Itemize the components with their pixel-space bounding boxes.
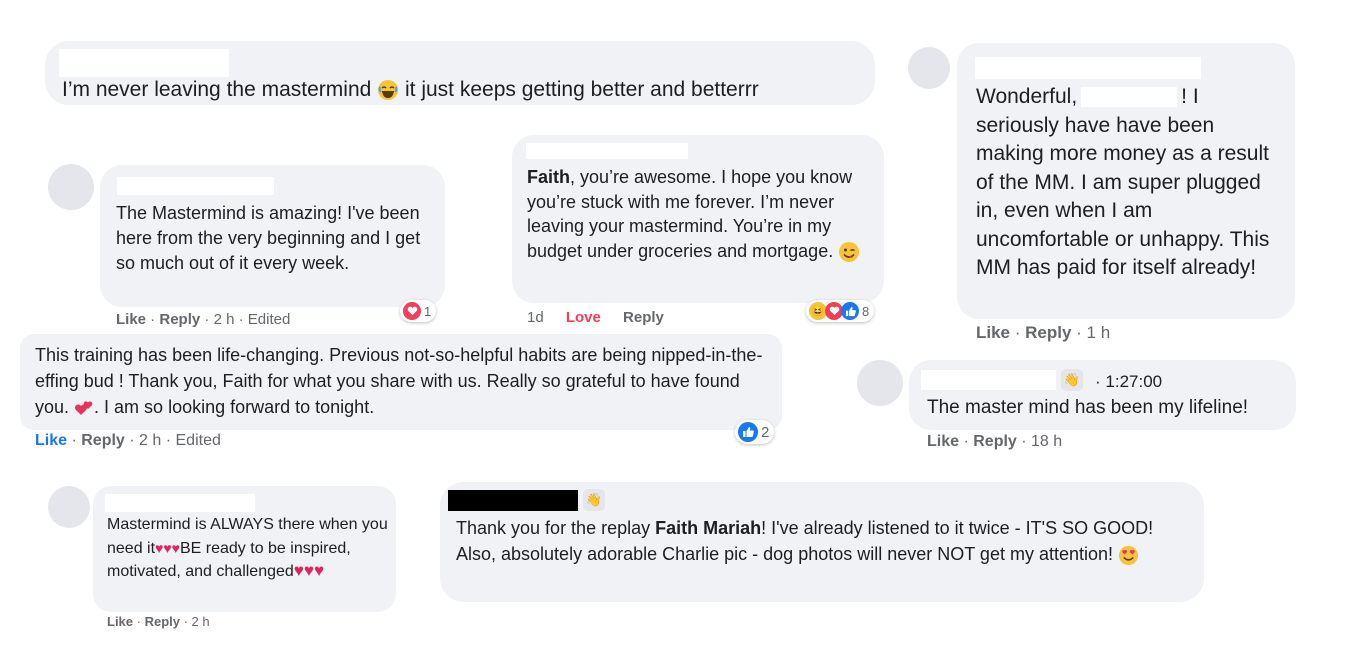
mention-faith-mariah[interactable]: Faith Mariah bbox=[655, 518, 761, 538]
redacted-name bbox=[526, 143, 688, 159]
redacted-name bbox=[117, 177, 274, 195]
comment-text: Faith, you’re awesome. I hope you know y… bbox=[527, 165, 877, 263]
reaction-summary[interactable]: 😆 8 bbox=[806, 300, 875, 322]
winking-emoji-icon bbox=[839, 241, 860, 262]
redacted-name bbox=[105, 494, 255, 512]
comment-bubble-4: Faith, you’re awesome. I hope you know y… bbox=[512, 135, 884, 303]
red-heart-icon: ♥♥♥ bbox=[293, 561, 325, 580]
comment-text: The master mind has been my lifeline! bbox=[927, 397, 1249, 418]
reply-button[interactable]: Reply bbox=[623, 309, 664, 326]
like-button[interactable]: Like bbox=[976, 323, 1010, 342]
avatar[interactable] bbox=[908, 47, 950, 89]
comment-time[interactable]: 18 h bbox=[1031, 433, 1062, 450]
reaction-summary[interactable]: 2 bbox=[735, 420, 775, 444]
redacted-name bbox=[59, 49, 229, 77]
redacted-name bbox=[448, 490, 578, 511]
reply-button[interactable]: Reply bbox=[81, 432, 125, 449]
media-timestamp[interactable]: · 1:27:00 bbox=[1095, 372, 1162, 392]
comment-time[interactable]: 1 h bbox=[1087, 323, 1111, 342]
comment-actions: Like · Reply · 18 h bbox=[927, 433, 1063, 450]
like-button[interactable]: Like bbox=[116, 311, 146, 328]
like-button[interactable]: Like bbox=[927, 433, 959, 450]
comment-bubble-8: 👋 Thank you for the replay Faith Mariah!… bbox=[440, 482, 1204, 602]
avatar[interactable] bbox=[48, 486, 90, 528]
comment-text: This training has been life-changing. Pr… bbox=[35, 345, 763, 417]
hearts-emoji-icon: ♥♥♥ bbox=[155, 539, 180, 556]
redacted-name bbox=[975, 57, 1201, 79]
comment-actions: Like · Reply · 2 h · Edited bbox=[116, 311, 291, 328]
avatar[interactable] bbox=[857, 360, 903, 406]
comment-text: Wonderful,! I seriously have have been m… bbox=[976, 85, 1270, 279]
comment-time[interactable]: 2 h bbox=[139, 432, 161, 449]
like-reaction-icon bbox=[841, 302, 859, 320]
comment-bubble-6: 👋 · 1:27:00 The master mind has been my … bbox=[909, 360, 1296, 430]
comment-bubble-5: This training has been life-changing. Pr… bbox=[20, 334, 782, 430]
reply-button[interactable]: Reply bbox=[159, 311, 200, 328]
like-reaction-icon bbox=[738, 422, 758, 442]
reaction-summary[interactable]: 1 bbox=[400, 300, 437, 322]
reply-button[interactable]: Reply bbox=[1025, 323, 1071, 342]
love-reaction-icon bbox=[403, 302, 421, 320]
edited-label: Edited bbox=[175, 432, 221, 449]
love-button[interactable]: Love bbox=[566, 309, 601, 326]
hearts-emoji-icon bbox=[75, 401, 93, 416]
comment-time[interactable]: 1d bbox=[527, 309, 544, 326]
comment-actions: 1d Love Reply bbox=[527, 309, 664, 326]
comment-actions: Like · Reply · 2 h bbox=[107, 614, 210, 629]
comment-bubble-2: Wonderful,! I seriously have have been m… bbox=[957, 43, 1295, 319]
comment-bubble-3: The Mastermind is amazing! I've been her… bbox=[100, 165, 445, 307]
redacted-name bbox=[1081, 87, 1178, 108]
edited-label: Edited bbox=[247, 311, 291, 328]
wave-badge-icon: 👋 bbox=[1061, 369, 1083, 391]
comment-text: Thank you for the replay Faith Mariah! I… bbox=[456, 518, 1154, 565]
comment-actions: Like · Reply · 1 h bbox=[976, 323, 1111, 342]
reply-button[interactable]: Reply bbox=[145, 614, 180, 629]
comment-bubble-1: I’m never leaving the mastermind it just… bbox=[45, 41, 875, 105]
comment-text: I’m never leaving the mastermind it just… bbox=[62, 78, 759, 101]
comment-text: The Mastermind is amazing! I've been her… bbox=[116, 203, 421, 273]
redacted-name bbox=[921, 370, 1056, 390]
avatar[interactable] bbox=[48, 164, 94, 210]
comment-actions: Like · Reply · 2 h · Edited bbox=[35, 432, 221, 449]
wave-badge-icon: 👋 bbox=[583, 489, 605, 511]
comment-time[interactable]: 2 h bbox=[192, 614, 210, 629]
comment-bubble-7: Mastermind is ALWAYS there when you need… bbox=[93, 486, 396, 612]
mention-faith[interactable]: Faith bbox=[527, 167, 570, 187]
comment-time[interactable]: 2 h bbox=[214, 311, 235, 328]
like-button[interactable]: Like bbox=[107, 614, 133, 629]
reply-button[interactable]: Reply bbox=[973, 433, 1017, 450]
heart-eyes-emoji-icon bbox=[1118, 545, 1139, 565]
like-button[interactable]: Like bbox=[35, 432, 67, 449]
comment-text: Mastermind is ALWAYS there when you need… bbox=[107, 516, 388, 580]
laughing-emoji-icon bbox=[378, 80, 399, 101]
